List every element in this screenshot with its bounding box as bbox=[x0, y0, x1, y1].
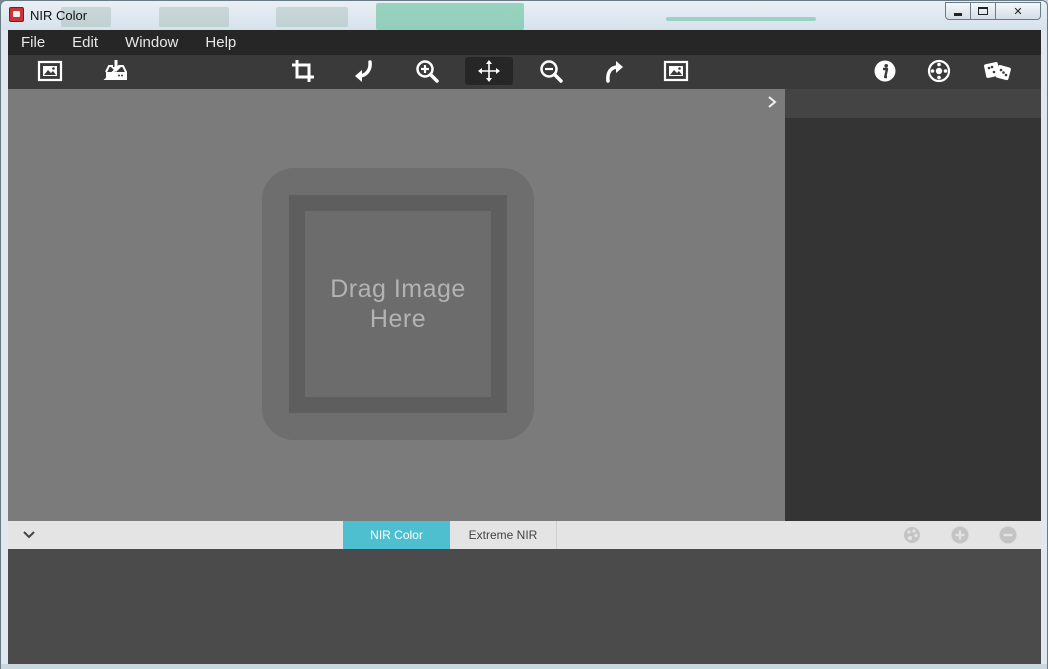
app-logo-icon bbox=[9, 7, 24, 22]
remove-icon[interactable] bbox=[999, 526, 1017, 544]
chevron-right-icon[interactable] bbox=[765, 95, 779, 109]
zoom-out-icon bbox=[540, 60, 563, 83]
preset-tab-bar: NIR Color Extreme NIR bbox=[8, 521, 1041, 549]
menu-window[interactable]: Window bbox=[112, 30, 192, 55]
title-bar[interactable]: NIR Color ✕ bbox=[1, 1, 1047, 30]
fit-image-icon bbox=[663, 60, 689, 82]
save-button[interactable] bbox=[92, 57, 140, 85]
side-panel-header bbox=[785, 89, 1041, 118]
minimize-icon bbox=[954, 12, 962, 16]
app-window: NIR Color ✕ File Edit Window Help Drag I… bbox=[0, 0, 1048, 669]
background-ghost bbox=[276, 7, 348, 27]
zoom-in-icon bbox=[416, 60, 439, 83]
window-title: NIR Color bbox=[30, 8, 88, 23]
rotate-left-icon bbox=[355, 60, 372, 82]
preset-thumbnails-area[interactable] bbox=[8, 549, 1041, 664]
menu-edit[interactable]: Edit bbox=[59, 30, 112, 55]
settings-button[interactable] bbox=[915, 57, 963, 85]
background-ghost bbox=[666, 17, 816, 21]
zoom-out-button[interactable] bbox=[527, 57, 575, 85]
info-button[interactable] bbox=[861, 57, 909, 85]
tab-extreme-nir[interactable]: Extreme NIR bbox=[450, 521, 557, 549]
maximize-button[interactable] bbox=[970, 2, 996, 20]
tab-nir-color[interactable]: NIR Color bbox=[343, 521, 450, 549]
drop-zone-inner: Drag Image Here bbox=[305, 211, 491, 397]
image-drop-zone[interactable]: Drag Image Here bbox=[262, 168, 534, 440]
move-tool-button[interactable] bbox=[465, 57, 513, 85]
randomize-button[interactable] bbox=[974, 57, 1022, 85]
settings-gear-icon bbox=[927, 59, 951, 83]
open-image-button[interactable] bbox=[26, 57, 74, 85]
window-controls: ✕ bbox=[945, 2, 1041, 20]
save-download-icon bbox=[103, 60, 127, 80]
rotate-left-button[interactable] bbox=[341, 57, 389, 85]
minimize-button[interactable] bbox=[945, 2, 971, 20]
menu-bar: File Edit Window Help bbox=[8, 30, 1041, 55]
info-icon bbox=[874, 60, 896, 82]
drop-zone-frame: Drag Image Here bbox=[289, 195, 507, 413]
move-pan-icon bbox=[478, 60, 500, 82]
crop-icon bbox=[292, 60, 314, 82]
image-canvas[interactable]: Drag Image Here bbox=[8, 89, 785, 521]
fit-image-button[interactable] bbox=[652, 57, 700, 85]
close-button[interactable]: ✕ bbox=[995, 2, 1041, 20]
rotate-right-button[interactable] bbox=[589, 57, 637, 85]
maximize-icon bbox=[978, 7, 988, 15]
palette-icon[interactable] bbox=[903, 526, 921, 544]
window-frame-bottom bbox=[1, 664, 1047, 669]
background-ghost bbox=[376, 3, 524, 30]
crop-button[interactable] bbox=[279, 57, 327, 85]
chevron-down-icon[interactable] bbox=[22, 528, 36, 542]
menu-help[interactable]: Help bbox=[192, 30, 250, 55]
rotate-right-icon bbox=[606, 61, 623, 83]
menu-file[interactable]: File bbox=[8, 30, 59, 55]
drop-zone-label: Drag Image Here bbox=[330, 275, 466, 333]
background-ghost bbox=[159, 7, 229, 27]
open-image-icon bbox=[37, 60, 63, 82]
toolbar bbox=[8, 55, 1041, 89]
zoom-in-button[interactable] bbox=[403, 57, 451, 85]
close-icon: ✕ bbox=[1013, 5, 1023, 18]
random-dice-icon bbox=[984, 62, 1011, 81]
add-icon[interactable] bbox=[951, 526, 969, 544]
side-panel bbox=[785, 89, 1041, 521]
